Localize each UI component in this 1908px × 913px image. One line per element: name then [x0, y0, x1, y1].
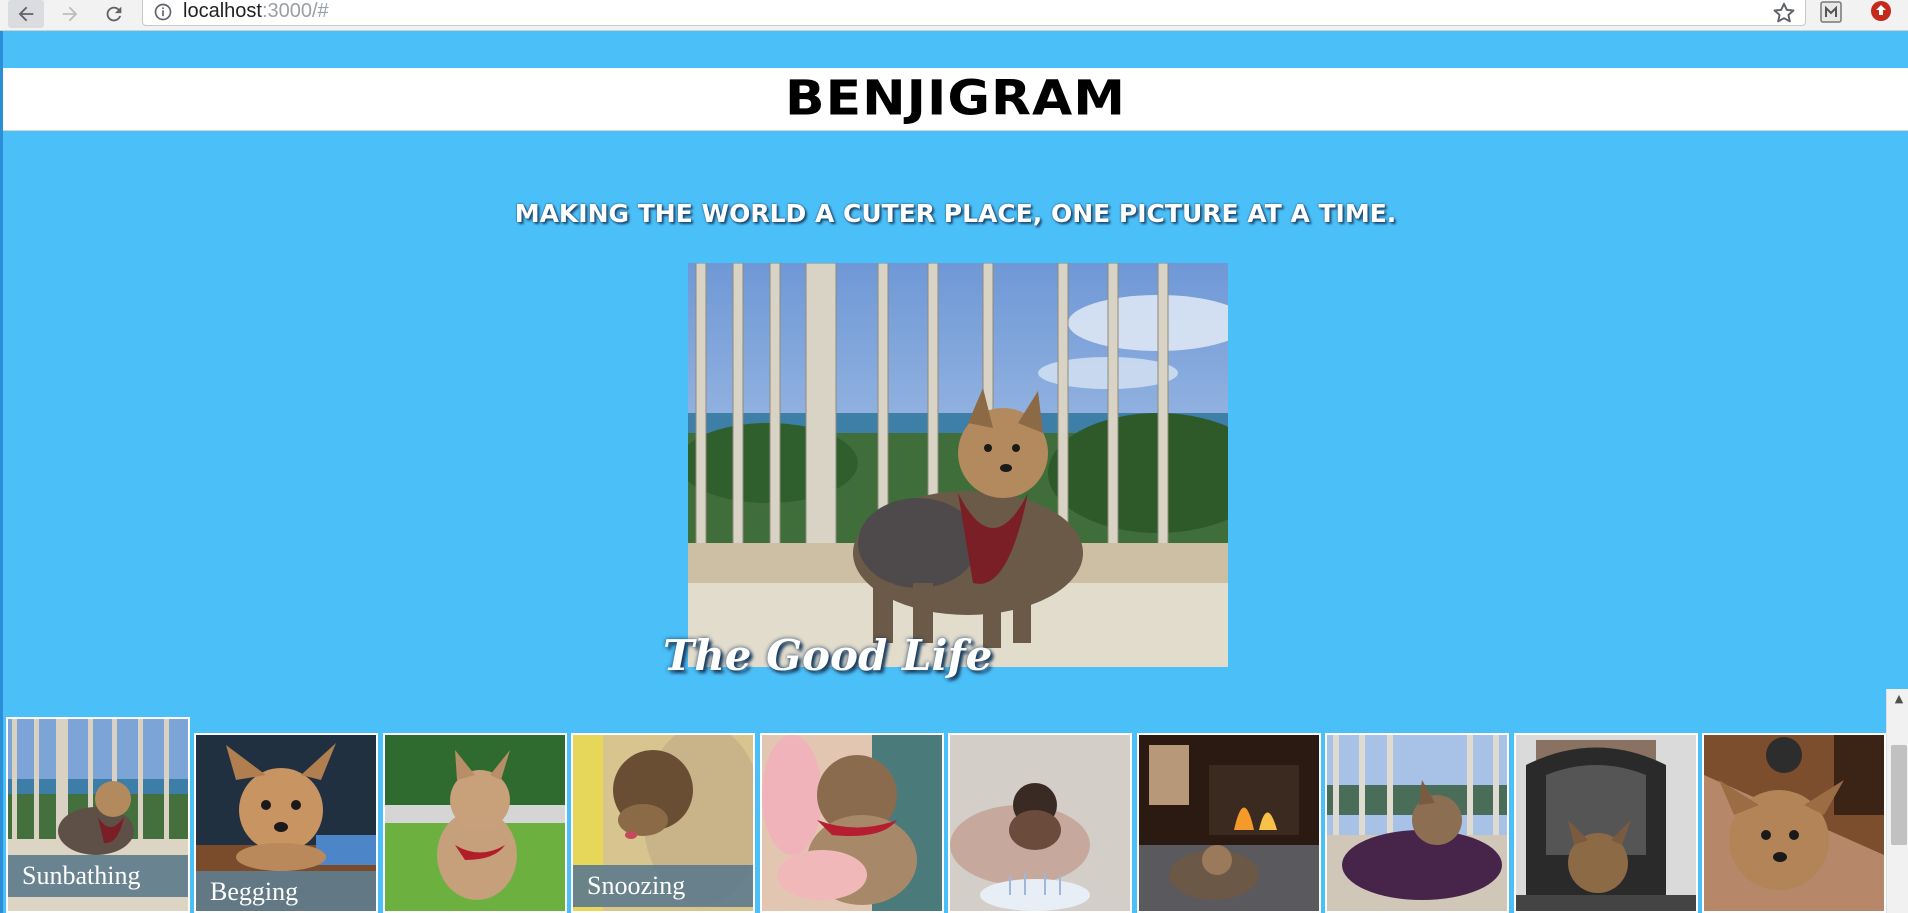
thumbnail-1[interactable]: Sunbathing	[6, 717, 190, 913]
star-icon[interactable]	[1771, 0, 1797, 26]
forward-arrow-icon[interactable]	[52, 0, 88, 28]
thumbnail-caption: Sunbathing	[8, 855, 188, 897]
thumbnail-10[interactable]	[1702, 733, 1886, 913]
address-bar[interactable]: localhost:3000/#	[142, 0, 1806, 26]
vertical-scrollbar[interactable]: ▲ ▼	[1886, 689, 1908, 913]
site-header: BENJIGRAM	[3, 68, 1908, 131]
yorkie-by-fireplace-thumbnail	[1139, 735, 1319, 911]
yorkie-on-rug-thumbnail	[1704, 735, 1884, 911]
thumbnail-7[interactable]	[1137, 733, 1321, 913]
puppy-with-cake-thumbnail	[950, 735, 1130, 911]
thumbnail-caption: Begging	[196, 871, 376, 911]
page-body: BENJIGRAM MAKING THE WORLD A CUTER PLACE…	[0, 31, 1908, 913]
yorkie-in-stroller-thumbnail	[1516, 735, 1696, 911]
yorkie-in-grass-thumbnail	[385, 735, 565, 911]
thumbnail-6[interactable]	[948, 733, 1132, 913]
update-icon[interactable]	[1868, 0, 1894, 24]
thumbnail-4[interactable]: Snoozing	[571, 733, 755, 913]
url-path: :3000/#	[261, 0, 329, 22]
yorkie-on-balcony-purple-thumbnail	[1327, 735, 1507, 911]
yorkie-held-by-person-thumbnail	[762, 735, 942, 911]
site-title[interactable]: BENJIGRAM	[3, 71, 1908, 129]
thumbnail-8[interactable]	[1325, 733, 1509, 913]
yorkie-on-balcony-photo	[688, 263, 1228, 667]
scroll-up-arrow-icon[interactable]: ▲	[1887, 689, 1908, 707]
featured-photo[interactable]	[688, 263, 1228, 667]
thumbnail-2[interactable]: Begging	[194, 733, 378, 913]
url-text: localhost:3000/#	[183, 0, 329, 22]
back-arrow-icon[interactable]	[8, 0, 44, 28]
reload-icon[interactable]	[96, 0, 132, 28]
url-host: localhost	[183, 0, 262, 22]
tagline: MAKING THE WORLD A CUTER PLACE, ONE PICT…	[514, 199, 1397, 228]
thumbnail-caption: Snoozing	[573, 865, 753, 907]
browser-toolbar: localhost:3000/#	[0, 0, 1908, 31]
scrollbar-thumb[interactable]	[1891, 745, 1907, 845]
thumbnail-5[interactable]	[760, 733, 944, 913]
thumbnail-3[interactable]	[383, 733, 567, 913]
thumbnail-strip: Sunbathing Begging Snoozing	[3, 671, 1886, 913]
info-icon[interactable]	[153, 2, 173, 22]
thumbnail-9[interactable]	[1514, 733, 1698, 913]
extension-icon[interactable]	[1818, 0, 1844, 24]
